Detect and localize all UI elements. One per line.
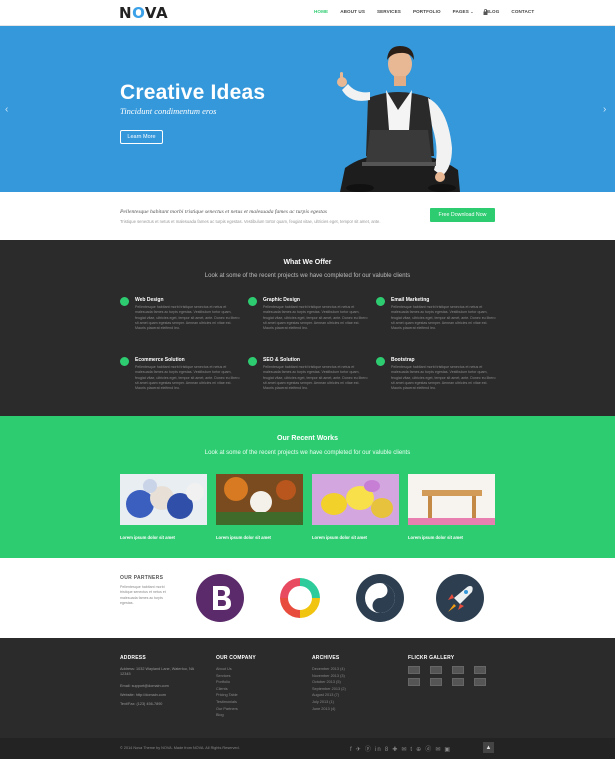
work-item-flowers[interactable]: Lorem ipsum dolor sit amet [120, 474, 207, 540]
footer-link[interactable]: About Us [216, 666, 238, 673]
archive-link[interactable]: June 2013 (4) [312, 706, 346, 713]
works-title: Our Recent Works [277, 435, 338, 442]
refresh-ring-logo-icon[interactable] [276, 574, 324, 622]
footer-flickr-title: FLICKR GALLERY [408, 655, 455, 661]
footer-email: Email: support@domain.com [120, 684, 169, 688]
free-download-button[interactable]: Free Download Now [430, 208, 495, 222]
hero-person-image [337, 46, 460, 192]
slider-prev-arrow[interactable]: ‹ [5, 104, 8, 115]
flickr-thumbnail[interactable] [408, 666, 420, 674]
rocket-logo-icon[interactable] [436, 574, 484, 622]
flickr-thumbnail[interactable] [474, 678, 486, 686]
flickr-thumbnail[interactable] [474, 666, 486, 674]
hero-title: Creative Ideas [120, 81, 266, 104]
top-navbar: NOVA HOME ABOUT US SERVICES PORTFOLIO PA… [0, 0, 615, 26]
nav-portfolio[interactable]: PORTFOLIO [413, 9, 441, 14]
footer-address-title: ADDRESS [120, 655, 146, 661]
nav-contact[interactable]: CONTACT [511, 9, 534, 14]
cta-text: Tristique senectus et netus et malesuada… [120, 219, 381, 224]
partners-title: OUR PARTNERS [120, 575, 164, 581]
partners-text: Pellentesque habitant morbi tristique se… [120, 585, 166, 605]
nav-home[interactable]: HOME [314, 9, 328, 14]
flickr-thumbnail[interactable] [452, 678, 464, 686]
chevron-down-icon: ⌄ [470, 9, 474, 14]
footer-archives-title: ARCHIVES [312, 655, 340, 661]
footer-link[interactable]: Services [216, 673, 238, 680]
back-to-top-button[interactable]: ▲ [483, 742, 494, 753]
yin-yang-logo-icon[interactable] [356, 574, 404, 622]
learn-more-button[interactable]: Learn More [120, 130, 163, 144]
work-thumbnail[interactable] [216, 474, 303, 525]
archive-link[interactable]: October 2013 (5) [312, 679, 346, 686]
what-we-offer-section: What We Offer Look at some of the recent… [0, 240, 615, 416]
service-icon [120, 357, 129, 366]
footer-link[interactable]: Testimonials [216, 699, 238, 706]
footer-link[interactable]: Blog [216, 712, 238, 719]
hero-subtitle: Tincidunt condimentum eros [120, 106, 217, 116]
service-icon [248, 357, 257, 366]
nav-pages[interactable]: PAGES ⌄ [453, 9, 474, 14]
footer-address-line: Address: 1032 Wayland Lane, Waterloo, NA… [120, 667, 195, 676]
service-icon [120, 297, 129, 306]
nav-services[interactable]: SERVICES [377, 9, 401, 14]
footer-website: Website: http://domain.com [120, 693, 166, 697]
archive-link[interactable]: September 2013 (2) [312, 686, 346, 693]
flickr-thumbnail[interactable] [452, 666, 464, 674]
bootstrap-logo-icon[interactable] [196, 574, 244, 622]
service-icon [248, 297, 257, 306]
footer-company-title: OUR COMPANY [216, 655, 256, 661]
slider-next-arrow[interactable]: › [603, 104, 606, 115]
nav-about-us[interactable]: ABOUT US [340, 9, 365, 14]
footer-link[interactable]: Pricing Table [216, 692, 238, 699]
footer-company-links: About Us Services Portfolio Clients Pric… [216, 666, 238, 719]
bottom-bar: © 2014 Nova Theme by NOVA. Made from NOV… [0, 738, 615, 759]
work-item-easter-eggs[interactable]: Lorem ipsum dolor sit amet [312, 474, 399, 540]
main-menu: HOME ABOUT US SERVICES PORTFOLIO PAGES ⌄… [314, 9, 546, 14]
service-icon [376, 297, 385, 306]
work-item-stool[interactable]: Lorem ipsum dolor sit amet [408, 474, 495, 540]
partners-section: OUR PARTNERS Pellentesque habitant morbi… [0, 558, 615, 638]
hero-slider: ‹ › Creative Ideas Tincidunt condimentum… [0, 26, 615, 192]
call-to-action-bar: Pellentesque habitant morbi tristique se… [0, 192, 615, 240]
lock-icon[interactable] [483, 9, 488, 15]
archive-link[interactable]: July 2013 (1) [312, 699, 346, 706]
work-thumbnail[interactable] [312, 474, 399, 525]
recent-works-section: Our Recent Works Look at some of the rec… [0, 416, 615, 558]
footer-archive-links: December 2013 (4) November 2013 (3) Octo… [312, 666, 346, 712]
work-item-flower-closeup[interactable]: Lorem ipsum dolor sit amet [216, 474, 303, 540]
archive-link[interactable]: November 2013 (3) [312, 673, 346, 680]
footer-link[interactable]: Clients [216, 686, 238, 693]
works-subtitle: Look at some of the recent projects we h… [204, 450, 411, 456]
flickr-thumbnail[interactable] [408, 678, 420, 686]
work-thumbnail[interactable] [120, 474, 207, 525]
flickr-thumbnail[interactable] [430, 666, 442, 674]
archive-link[interactable]: August 2013 (7) [312, 692, 346, 699]
footer: ADDRESS Address: 1032 Wayland Lane, Wate… [0, 638, 615, 738]
archive-link[interactable]: December 2013 (4) [312, 666, 346, 673]
copyright-text: © 2014 Nova Theme by NOVA. Made from NOV… [120, 746, 240, 750]
footer-phone: Text/Fax: (123) 456-7890 [120, 702, 163, 706]
social-icons[interactable]: f ✈ ⓟ in 8 ✚ ✉ t ⊕ ⓓ ✉ ▣ [350, 744, 451, 753]
offer-subtitle: Look at some of the recent projects we h… [204, 273, 411, 279]
work-thumbnail[interactable] [408, 474, 495, 525]
service-icon [376, 357, 385, 366]
footer-link[interactable]: Our Partners [216, 706, 238, 713]
flickr-thumbnail[interactable] [430, 678, 442, 686]
cta-headline: Pellentesque habitant morbi tristique se… [120, 209, 327, 215]
offer-title: What We Offer [283, 259, 332, 266]
nova-logo[interactable]: NOVA [119, 4, 168, 22]
footer-link[interactable]: Portfolio [216, 679, 238, 686]
